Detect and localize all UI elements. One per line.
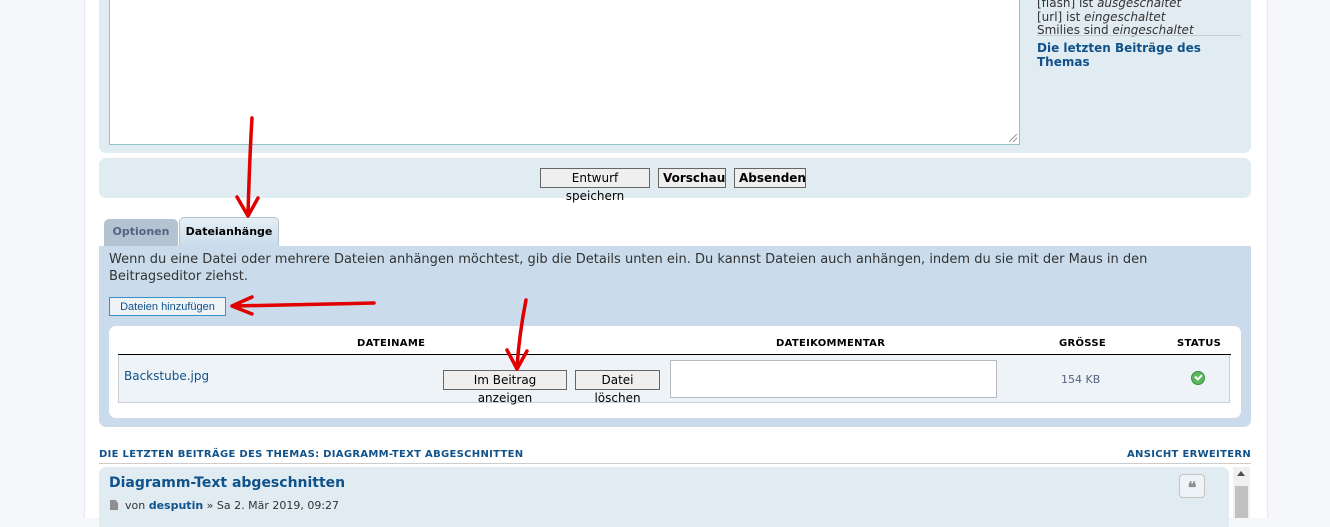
- file-comment-input[interactable]: [670, 360, 997, 398]
- column-header-comment: DATEIKOMMENTAR: [776, 338, 886, 349]
- post-author-link[interactable]: desputin: [149, 499, 203, 512]
- quote-button[interactable]: ❝: [1179, 474, 1205, 498]
- post-meta: von desputin » Sa 2. Mär 2019, 09:27: [125, 499, 339, 512]
- tab-options[interactable]: Optionen: [104, 219, 178, 246]
- scroll-up-arrow-icon[interactable]: [1237, 471, 1245, 476]
- check-circle-icon: [1191, 371, 1205, 385]
- delete-file-button[interactable]: Datei löschen: [575, 370, 660, 405]
- review-divider: [99, 463, 1251, 464]
- column-header-filename: DATEINAME: [357, 338, 426, 349]
- column-header-size: GRÖSSE: [1059, 338, 1106, 349]
- file-size: 154 KB: [1061, 373, 1101, 386]
- sidebar-divider: [1037, 35, 1241, 36]
- info-line-url: [url] ist eingeschaltet: [1037, 9, 1166, 24]
- scrollbar-thumb[interactable]: [1235, 486, 1248, 518]
- topic-review-title: DIE LETZTEN BEITRÄGE DES THEMAS: DIAGRAM…: [99, 449, 524, 460]
- submit-button[interactable]: Absenden: [734, 168, 806, 188]
- attachments-help-text: Wenn du eine Datei oder mehrere Dateien …: [109, 252, 1148, 284]
- message-textarea[interactable]: [109, 0, 1020, 145]
- tab-attachments[interactable]: Dateianhänge: [179, 217, 279, 246]
- resize-grip-icon[interactable]: [1009, 134, 1017, 142]
- bbcode-status-info: [flash] ist ausgeschaltet [url] ist eing…: [1037, 0, 1247, 38]
- post-title-link[interactable]: Diagramm-Text abgeschnitten: [109, 475, 345, 491]
- save-draft-button[interactable]: Entwurf speichern: [540, 168, 650, 203]
- quote-icon: ❝: [1187, 478, 1197, 497]
- attachment-filename-link[interactable]: Backstube.jpg: [124, 369, 209, 383]
- recent-posts-link[interactable]: Die letzten Beiträge des Themas: [1037, 41, 1237, 69]
- expand-view-link[interactable]: ANSICHT ERWEITERN: [1127, 449, 1251, 460]
- add-files-button[interactable]: Dateien hinzufügen: [109, 297, 226, 316]
- column-header-status: STATUS: [1177, 338, 1222, 349]
- preview-button[interactable]: Vorschau: [658, 168, 726, 188]
- post-date: » Sa 2. Mär 2019, 09:27: [206, 499, 340, 512]
- post-by-label: von: [125, 499, 146, 512]
- show-in-post-button[interactable]: Im Beitrag anzeigen: [443, 370, 567, 405]
